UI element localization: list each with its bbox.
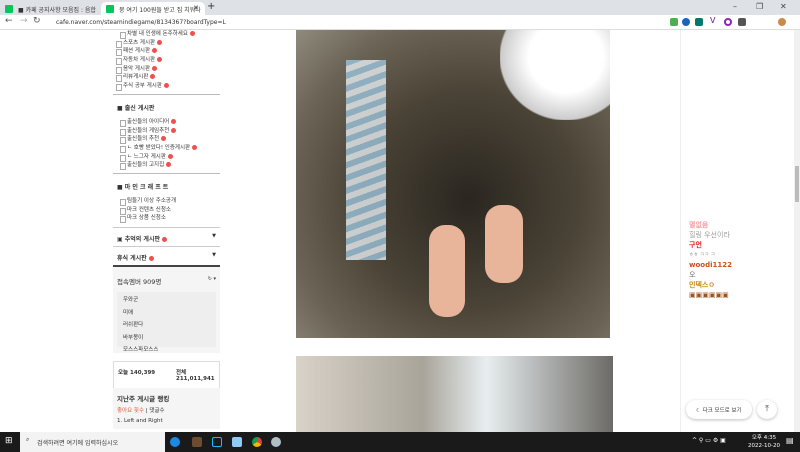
tab-comments[interactable]: 댓글수 xyxy=(149,408,164,414)
menu-item[interactable]: 패션 게시판 xyxy=(113,47,220,57)
taskbar-search-input[interactable]: ⌕ 검색하려면 여기에 입력하십시오 xyxy=(20,432,165,452)
chat-username[interactable]: woodi1122 xyxy=(681,260,800,270)
windows-start-icon[interactable]: ⊞ xyxy=(5,436,13,446)
extension-icon[interactable] xyxy=(695,18,703,26)
menu-item[interactable]: 스포츠 게시판 xyxy=(113,39,220,48)
chat-username[interactable]: 구언 xyxy=(681,240,800,250)
refresh-icon[interactable]: ↻ ▾ xyxy=(208,276,216,282)
chat-message: ㅎㅎ ㅋㅋ ㅋ xyxy=(689,252,716,258)
minecraft-icon[interactable] xyxy=(192,437,202,447)
trash-pile xyxy=(346,60,386,260)
member-name[interactable]: 바부몽이 xyxy=(123,333,210,346)
menu-item[interactable]: 팀들기 이상 주소공개 xyxy=(113,197,220,206)
menu-item[interactable]: 차별 내 인생에 돈주하세요 xyxy=(113,30,220,39)
fold-menu-rest[interactable]: 휴식 게시판 ▼ xyxy=(113,246,220,265)
cafe-sidebar: 차별 내 인생에 돈주하세요 스포츠 게시판 패션 게시판 자동차 게시판 음악… xyxy=(113,30,220,432)
clock[interactable]: 오후 4:35 2022-10-20 xyxy=(748,434,780,450)
taskbar: ⊞ ⌕ 검색하려면 여기에 입력하십시오 ^ ⚲ ▭ ⚙ ▣ 오후 4:35 202… xyxy=(0,432,800,452)
menu-item[interactable]: 마크 상품 신청소 xyxy=(113,214,220,223)
menu-item[interactable]: 출신들의 고지집 xyxy=(113,161,220,170)
notification-icon[interactable]: ▤ xyxy=(786,436,794,445)
menu-item[interactable]: 리뷰게시판 xyxy=(113,73,220,83)
address-bar-row: ← → ↻ cafe.naver.com/steamindiegame/8134… xyxy=(0,15,800,30)
menu-item[interactable]: 음악 게시판 xyxy=(113,65,220,74)
toilet xyxy=(500,30,610,120)
menu-item[interactable]: 출신들의 게임추천 xyxy=(113,127,220,136)
extension-icon[interactable] xyxy=(682,18,690,26)
chat-username[interactable]: 인덱스ㅇ xyxy=(681,280,800,290)
extension-icon[interactable]: V xyxy=(710,16,718,25)
tray-icons[interactable]: ^ ⚲ ▭ ⚙ ▣ xyxy=(692,437,726,444)
avatar[interactable] xyxy=(778,18,786,26)
chrome-icon[interactable] xyxy=(252,437,262,447)
tab-label: 뭉 여기 100원들 받고 집 치워다 xyxy=(119,7,201,14)
moon-icon: ☾ xyxy=(696,408,701,414)
member-name[interactable]: 러쉬판다 xyxy=(123,320,210,333)
chat-username[interactable]: 멸없음 xyxy=(681,220,800,230)
close-icon[interactable]: ✕ xyxy=(193,4,199,12)
visit-stats: 오늘 140,399 전체 211,011,941 xyxy=(113,361,220,389)
menu-item[interactable]: ㄴ 호빵 받았다! 인증게시판 xyxy=(113,144,220,153)
chevron-down-icon: ▼ xyxy=(212,233,216,239)
ranking-title: 지난주 게시글 랭킹 xyxy=(117,395,170,403)
members-box: 접속멤버 909명 ↻ ▾ 우와군 미애 러쉬판다 바부몽이 모스스파모스스 xyxy=(113,265,220,353)
post-photo xyxy=(296,356,613,432)
fold-menu-memories[interactable]: ▣ 추억의 게시판 ▼ xyxy=(113,227,220,246)
window-close-button[interactable]: ✕ xyxy=(780,2,787,11)
menu-item[interactable]: 마크 컨텐츠 신청소 xyxy=(113,206,220,215)
extension-icon[interactable] xyxy=(724,18,732,26)
maximize-button[interactable]: ❐ xyxy=(756,2,763,11)
url-text: cafe.naver.com/steamindiegame/8134367?bo… xyxy=(56,19,226,26)
app-icon[interactable] xyxy=(271,437,281,447)
menu-item[interactable]: 출신들의 아이디어 xyxy=(113,118,220,127)
emoticon-row: ▣▣▣▣▣▣ xyxy=(689,291,729,299)
menu-item[interactable]: 주식 공부 게시판 xyxy=(113,82,220,91)
member-name[interactable]: 우와군 xyxy=(123,295,210,308)
menu-item[interactable]: ㄴ 느그자 게시판 xyxy=(113,153,220,162)
ranking-item[interactable]: 1. Left and Right xyxy=(117,417,216,425)
scrollbar[interactable] xyxy=(794,30,800,432)
section-heading: ■ 마 인 크 래 프 트 xyxy=(113,172,220,197)
naver-cafe-icon xyxy=(106,5,114,13)
menu-item[interactable]: 출신들의 추천 xyxy=(113,135,220,144)
slipper xyxy=(429,225,465,317)
extension-icon[interactable] xyxy=(738,18,746,26)
naver-cafe-icon xyxy=(5,5,13,13)
tab-post[interactable]: 뭉 여기 100원들 받고 집 치워다 ✕ xyxy=(101,2,205,15)
dark-mode-button[interactable]: ☾ 다크 모드로 보기 xyxy=(686,400,752,419)
post-photo xyxy=(296,30,610,338)
tab-bar: ■ 카페 공지사항 모음집 : 음합✕ 뭉 여기 100원들 받고 집 치워다✕… xyxy=(0,0,800,15)
edge-icon[interactable] xyxy=(170,437,180,447)
new-tab-button[interactable]: + xyxy=(207,1,215,12)
chevron-down-icon: ▼ xyxy=(212,252,216,258)
url-input[interactable]: cafe.naver.com/steamindiegame/8134367?bo… xyxy=(44,17,334,28)
forward-button[interactable]: → xyxy=(20,16,28,26)
reload-button[interactable]: ↻ xyxy=(33,16,41,26)
member-name[interactable]: 미애 xyxy=(123,308,210,321)
minimize-button[interactable]: – xyxy=(733,2,737,11)
chat-message: 힐링 우선이라 xyxy=(689,231,730,239)
app-icon[interactable] xyxy=(232,437,242,447)
menu-item[interactable]: 자동차 게시판 xyxy=(113,56,220,65)
chat-panel: 멸없음 힐링 우선이라 구언 ㅎㅎ ㅋㅋ ㅋ woodi1122 오 인덱스ㅇ … xyxy=(680,30,800,432)
search-icon: ⌕ xyxy=(26,436,30,443)
scrollbar-thumb[interactable] xyxy=(795,166,799,202)
tab-label: ■ 카페 공지사항 모음집 : 음합 xyxy=(18,7,96,14)
app-icon[interactable] xyxy=(212,437,222,447)
scroll-top-button[interactable]: ⤒ xyxy=(757,400,777,419)
ranking-box: 지난주 게시글 랭킹 좋아요 횟수 | 댓글수 1. Left and Righ… xyxy=(113,388,220,429)
extension-icon[interactable] xyxy=(670,18,678,26)
member-name[interactable]: 모스스파모스스 xyxy=(123,345,210,358)
slipper xyxy=(485,205,523,283)
members-title: 접속멤버 909명 xyxy=(117,278,162,286)
back-button[interactable]: ← xyxy=(5,16,13,26)
members-list[interactable]: 우와군 미애 러쉬판다 바부몽이 모스스파모스스 xyxy=(117,292,216,353)
chat-message: 오 xyxy=(689,271,696,279)
section-heading: ■ 출신 게시판 xyxy=(113,93,220,118)
tab-likes[interactable]: 좋아요 횟수 xyxy=(117,408,144,414)
